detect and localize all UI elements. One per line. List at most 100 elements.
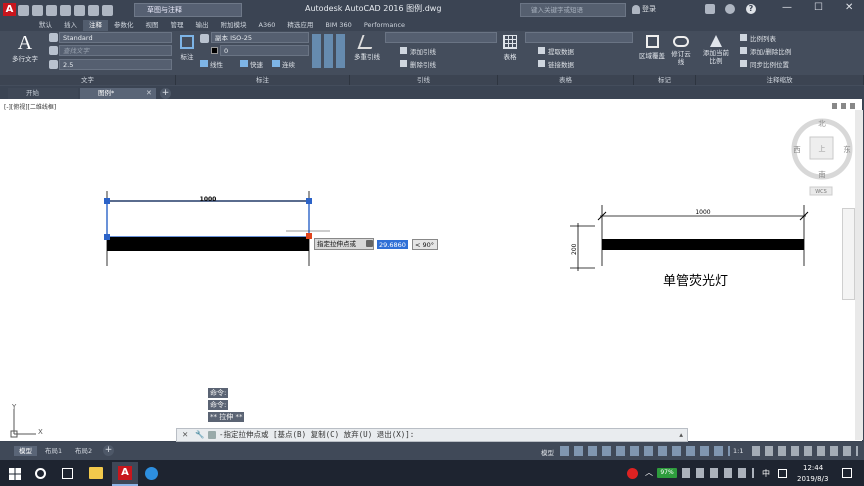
- command-customize-icon[interactable]: 🔧: [195, 429, 204, 441]
- panel-title-text[interactable]: 文字: [0, 75, 176, 85]
- new-file-icon[interactable]: [18, 4, 29, 16]
- status-toggle-icons[interactable]: [560, 446, 730, 456]
- ribbon-tab[interactable]: 管理: [165, 20, 190, 31]
- ribbon-tab[interactable]: A360: [253, 20, 282, 31]
- selected-lamp-group[interactable]: 1000: [104, 191, 330, 266]
- minimize-button[interactable]: —: [782, 2, 792, 13]
- plot-icon[interactable]: [74, 4, 85, 16]
- command-close-icon[interactable]: ✕: [182, 429, 188, 441]
- workspace-dropdown[interactable]: 草图与注释: [134, 3, 242, 17]
- multileader-button[interactable]: 多重引线: [352, 33, 382, 63]
- wipeout-button[interactable]: 区域覆盖: [637, 33, 667, 63]
- dynamic-input-options-icon[interactable]: [366, 240, 373, 247]
- reference-lamp-group[interactable]: 1000 200 单管荧光灯: [570, 205, 809, 289]
- clock-date[interactable]: 2019/8/3: [797, 475, 828, 483]
- command-line[interactable]: ✕ 🔧 -指定拉伸点或 [基点(B) 复制(C) 放弃(U) 退出(X)]: ▴: [176, 428, 688, 442]
- viewcube[interactable]: 北 南 西 东 上 WCS: [791, 118, 853, 196]
- file-explorer-icon[interactable]: [89, 467, 103, 479]
- ribbon-tab[interactable]: 附加模块: [215, 20, 253, 31]
- dim-style-dropdown[interactable]: 副本 ISO-25: [211, 32, 309, 43]
- exchange-icon[interactable]: [705, 4, 715, 14]
- browser-icon[interactable]: [145, 467, 158, 480]
- table-button[interactable]: 表格: [500, 33, 520, 63]
- ribbon-tab[interactable]: BIM 360: [319, 20, 357, 31]
- drawing-svg[interactable]: 1000 1000 200 单管荧光灯 Y X 北 南 西 东 上 WCS: [0, 99, 855, 441]
- ribbon-tab[interactable]: 输出: [190, 20, 215, 31]
- model-space-button[interactable]: 模型: [541, 447, 554, 457]
- panel-title-leader[interactable]: 引线: [350, 75, 498, 85]
- new-tab-icon[interactable]: +: [160, 88, 171, 99]
- ribbon-tab[interactable]: 默认: [33, 20, 58, 31]
- sync-scale-button[interactable]: 同步比例位置: [740, 59, 789, 69]
- panel-title-markup[interactable]: 标记: [634, 75, 696, 85]
- tray-app-icon[interactable]: [627, 468, 638, 479]
- save-icon[interactable]: [46, 4, 57, 16]
- tray-icons[interactable]: [682, 468, 754, 478]
- app-logo-icon[interactable]: A: [3, 3, 16, 16]
- undo-icon[interactable]: [88, 4, 99, 16]
- ribbon-tab[interactable]: 视图: [140, 20, 165, 31]
- dynamic-input-angle[interactable]: < 90°: [412, 239, 438, 250]
- revcloud-button[interactable]: 修订云线: [670, 33, 692, 67]
- ribbon-tab[interactable]: Performance: [358, 20, 411, 31]
- autocad-taskbar-icon[interactable]: A: [112, 462, 138, 486]
- ribbon-tab[interactable]: 参数化: [108, 20, 140, 31]
- find-text-input[interactable]: 查找文字: [59, 45, 172, 56]
- dim-linear-button[interactable]: 线性: [200, 59, 240, 69]
- annotation-scale-button[interactable]: 1:1: [733, 447, 743, 455]
- ime-mode-icon[interactable]: [778, 469, 787, 478]
- task-view-icon[interactable]: [62, 468, 73, 479]
- dim-continue-button[interactable]: 连续: [272, 59, 312, 69]
- text-style-dropdown[interactable]: Standard: [59, 32, 172, 43]
- vertical-scrollbar[interactable]: [855, 110, 863, 440]
- command-expand-icon[interactable]: ▴: [679, 429, 683, 441]
- text-height-dropdown[interactable]: 2.5: [59, 59, 172, 70]
- add-layout-icon[interactable]: +: [103, 445, 114, 456]
- save-as-icon[interactable]: [60, 4, 71, 16]
- panel-title-dimension[interactable]: 标注: [176, 75, 350, 85]
- tray-chevron-icon[interactable]: ︿: [645, 467, 653, 478]
- dimension-button[interactable]: 标注: [177, 33, 197, 63]
- help-search-input[interactable]: 键入关键字或短语: [520, 3, 626, 17]
- dynamic-input-value[interactable]: 29.6860: [376, 239, 409, 250]
- tab-start[interactable]: 开始: [8, 88, 78, 99]
- ribbon-tab[interactable]: 插入: [58, 20, 83, 31]
- add-leader-button[interactable]: 添加引线: [400, 46, 436, 56]
- tab-drawing[interactable]: 图例*: [80, 88, 156, 99]
- ribbon-tab[interactable]: 精选应用: [281, 20, 319, 31]
- notification-icon[interactable]: [842, 468, 852, 478]
- help-icon[interactable]: ?: [746, 4, 756, 14]
- close-button[interactable]: ✕: [845, 2, 853, 13]
- panel-title-annotation-scaling[interactable]: 注释缩放: [696, 75, 864, 85]
- leader-style-dropdown[interactable]: [385, 32, 497, 43]
- tab-close-icon[interactable]: ✕: [146, 89, 152, 97]
- panel-title-table[interactable]: 表格: [498, 75, 634, 85]
- add-current-scale-button[interactable]: 添加当前比例: [700, 33, 732, 67]
- clock-time[interactable]: 12:44: [803, 464, 823, 472]
- mtext-button[interactable]: A 多行文字: [8, 33, 42, 63]
- extract-data-button[interactable]: 提取数据: [538, 46, 574, 56]
- sign-in-button[interactable]: 登录: [642, 4, 656, 14]
- battery-indicator[interactable]: 97%: [657, 468, 677, 478]
- layout-tab-layout2[interactable]: 布局2: [70, 446, 97, 456]
- windows-start-icon[interactable]: [9, 468, 21, 480]
- ime-indicator[interactable]: 中: [762, 468, 770, 479]
- dim-layer-dropdown[interactable]: 0: [220, 45, 309, 56]
- link-data-button[interactable]: 链接数据: [538, 59, 574, 69]
- search-icon[interactable]: [35, 468, 46, 479]
- scale-list-button[interactable]: 比例列表: [740, 33, 776, 43]
- table-style-dropdown[interactable]: [525, 32, 633, 43]
- redo-icon[interactable]: [102, 4, 113, 16]
- layout-tab-layout1[interactable]: 布局1: [40, 446, 67, 456]
- layout-tab-model[interactable]: 模型: [14, 446, 37, 456]
- a360-icon[interactable]: [725, 4, 735, 14]
- status-tray-icons[interactable]: [752, 446, 858, 456]
- command-recent-icon[interactable]: [208, 431, 216, 439]
- add-remove-scale-button[interactable]: 添加/删除比例: [740, 46, 791, 56]
- dim-tools-icons[interactable]: [312, 34, 348, 68]
- navigation-bar[interactable]: [842, 208, 855, 300]
- maximize-button[interactable]: ☐: [814, 2, 823, 13]
- dim-quick-button[interactable]: 快速: [240, 59, 274, 69]
- ribbon-tab[interactable]: 注释: [83, 20, 108, 31]
- remove-leader-button[interactable]: 删除引线: [400, 59, 436, 69]
